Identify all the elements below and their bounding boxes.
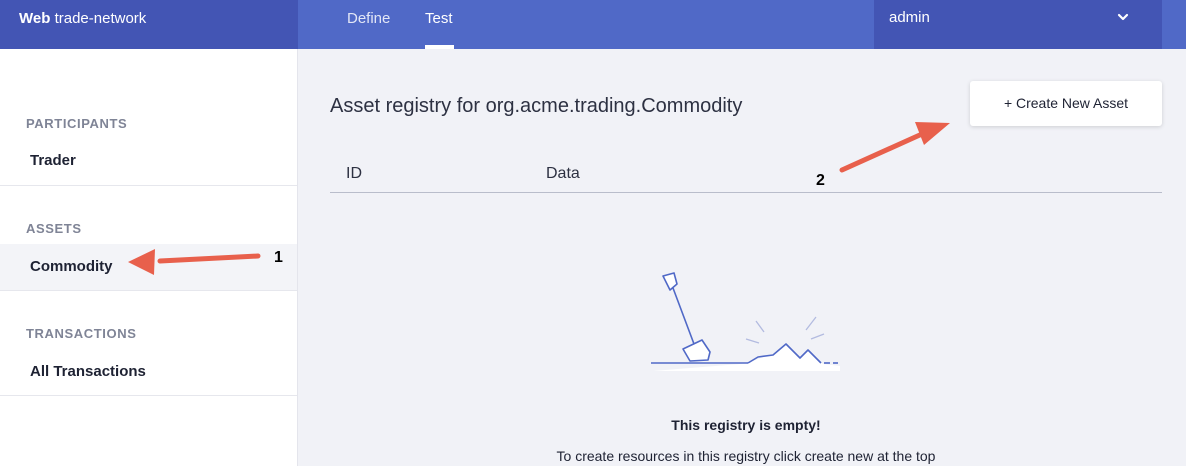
sidebar-item-all-transactions[interactable]: All Transactions (0, 349, 297, 395)
tab-define[interactable]: Define (347, 10, 390, 27)
create-new-asset-button[interactable]: + Create New Asset (970, 81, 1162, 126)
assets-heading: ASSETS (26, 221, 82, 236)
user-name: admin (889, 9, 930, 26)
annotation-number-1: 1 (274, 249, 283, 266)
annotation-number-2: 2 (816, 172, 825, 189)
participants-heading: PARTICIPANTS (26, 116, 128, 131)
empty-state-subtitle: To create resources in this registry cli… (556, 448, 936, 464)
column-header-data: Data (546, 165, 580, 182)
tab-test[interactable]: Test (425, 10, 453, 27)
brand-name: trade-network (50, 10, 147, 27)
empty-state-title: This registry is empty! (671, 417, 821, 433)
user-menu[interactable]: admin (874, 0, 1162, 49)
sidebar-item-commodity[interactable]: Commodity (0, 244, 297, 290)
brand: Web trade-network (0, 0, 298, 49)
sidebar-divider (0, 185, 297, 186)
column-header-id: ID (346, 165, 362, 182)
chevron-down-icon (1117, 13, 1129, 21)
shovel-illustration (651, 272, 840, 371)
sidebar-divider (0, 290, 297, 291)
brand-bold: Web (19, 10, 51, 27)
sidebar: PARTICIPANTS Trader ASSETS Commodity TRA… (0, 49, 298, 466)
sidebar-item-trader[interactable]: Trader (0, 138, 297, 184)
page-title: Asset registry for org.acme.trading.Comm… (330, 95, 743, 117)
sidebar-divider (0, 395, 297, 396)
top-bar: Web trade-network Define Test admin (0, 0, 1186, 49)
transactions-heading: TRANSACTIONS (26, 326, 137, 341)
table-header-divider (330, 192, 1162, 193)
main-content: Asset registry for org.acme.trading.Comm… (298, 49, 1186, 466)
